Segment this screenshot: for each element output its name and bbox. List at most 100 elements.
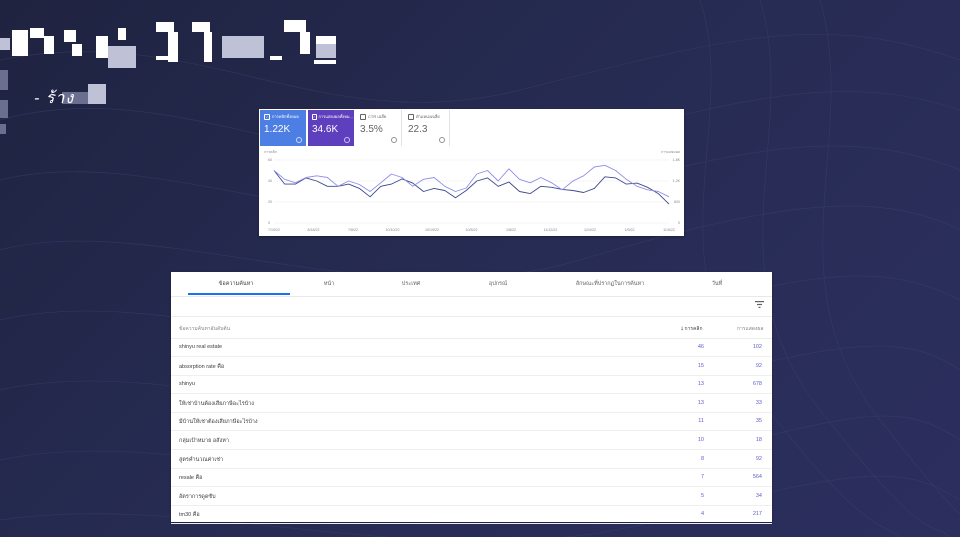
column-header-impressions[interactable]: การแสดงผล <box>737 325 763 333</box>
x-tick-label: 7/8/22 <box>348 228 358 232</box>
checkbox-checked-icon[interactable]: ✓ <box>264 113 270 120</box>
left-tick-label: 60 <box>268 158 272 162</box>
clicks-value: 7 <box>700 474 704 481</box>
column-header-clicks[interactable]: 🠗 การคลิก <box>681 325 703 334</box>
query-text: absorption rate คือ <box>179 363 225 370</box>
tab-search-appearance[interactable]: ลักษณะที่ปรากฏในการค้นหา <box>576 280 645 288</box>
right-tick-label: 1.8K <box>673 158 681 162</box>
x-tick-label: 8/18/22 <box>308 228 320 232</box>
column-header-query[interactable]: ข้อความค้นหาอันดับต้น <box>179 325 230 333</box>
query-text: กลุ่มเป้าหมาย อสังหา <box>179 438 229 444</box>
right-tick-label: 1.2K <box>673 179 681 183</box>
query-text: ให้เช่าบ้านต้องเสียภาษีอะไรบ้าง <box>179 400 254 407</box>
queries-card: ข้อความค้นหา หน้า ประเทศ อุปกรณ์ ลักษณะท… <box>171 272 772 525</box>
left-tick-label: 0 <box>268 221 270 225</box>
metric-average-position[interactable]: ตำแหน่งเฉลี่ย 22.3 <box>404 110 450 146</box>
tab-bar: ข้อความค้นหา หน้า ประเทศ อุปกรณ์ ลักษณะท… <box>171 272 772 297</box>
x-tick-label: 10/10/22 <box>386 228 400 232</box>
left-tick-label: 20 <box>268 200 272 204</box>
help-icon[interactable] <box>391 137 397 143</box>
left-tick-label: 40 <box>268 179 272 183</box>
x-tick-label: 10/5/22 <box>466 228 478 232</box>
impressions-value: 102 <box>752 344 762 350</box>
query-text: สูตรคำนวณค่าเช่า <box>179 456 224 463</box>
right-tick-label: 600 <box>674 200 680 204</box>
query-text: อัตราการดูดซับ <box>179 493 216 500</box>
x-tick-label: 11/5/22 <box>663 228 675 232</box>
performance-line-chart: การคลิก การแสดงผล 0 0 20 600 40 1.2K 60 1.8K 7/19/… <box>264 150 681 232</box>
metric-label: ตำแหน่งเฉลี่ย <box>416 114 440 119</box>
table-header: ข้อความค้นหาอันดับต้น 🠗 การคลิก การแสดงผ… <box>171 316 772 339</box>
table-row[interactable]: shinyu 13 678 <box>171 375 772 395</box>
clicks-value: 13 <box>697 399 704 406</box>
metric-label: CTR เฉลี่ย <box>368 114 387 119</box>
metric-average-ctr[interactable]: CTR เฉลี่ย 3.5% <box>356 110 402 146</box>
tab-devices[interactable]: อุปกรณ์ <box>489 280 507 288</box>
left-axis-label: การคลิก <box>264 150 277 154</box>
impressions-value: 92 <box>755 455 762 462</box>
clicks-value: 5 <box>700 492 704 499</box>
clicks-value: 11 <box>698 418 704 425</box>
clicks-value: 46 <box>697 344 704 350</box>
x-tick-label: 1/8/22 <box>506 228 516 232</box>
metric-value: 3.5% <box>360 124 383 135</box>
table-row[interactable]: สูตรคำนวณค่าเช่า 8 92 <box>171 450 772 469</box>
impressions-value: 217 <box>752 511 762 518</box>
impressions-value: 34 <box>755 492 762 499</box>
query-text: resale คือ <box>179 475 203 482</box>
clicks-value: 15 <box>697 362 704 369</box>
active-tab-indicator <box>188 293 290 295</box>
tab-countries[interactable]: ประเทศ <box>402 280 420 288</box>
query-text: มีบ้านให้เช่าต้องเสียภาษีอะไรบ้าง <box>179 419 258 426</box>
table-row[interactable]: กลุ่มเป้าหมาย อสังหา 10 18 <box>171 431 772 450</box>
metric-value: 1.22K <box>264 124 291 135</box>
help-icon[interactable] <box>344 137 350 143</box>
metric-total-clicks[interactable]: ✓ การคลิกทั้งหมด 1.22K <box>260 110 306 146</box>
clicks-value: 4 <box>700 511 704 518</box>
query-text: shinyu <box>179 381 195 388</box>
x-tick-label: 12/4/22 <box>584 228 596 232</box>
right-tick-label: 0 <box>678 221 680 225</box>
impressions-value: 35 <box>755 418 762 425</box>
impressions-value: 92 <box>755 362 762 369</box>
x-tick-label: 11/12/22 <box>544 228 558 232</box>
table-row[interactable]: shinyu real estate 46 102 <box>171 338 772 357</box>
metric-value: 34.6K <box>312 124 339 135</box>
filter-icon[interactable] <box>755 301 764 308</box>
tab-dates[interactable]: วันที่ <box>712 280 722 288</box>
column-header-clicks-label: การคลิก <box>684 326 703 332</box>
checkbox-unchecked-icon[interactable] <box>360 113 366 120</box>
metric-total-impressions[interactable]: ✓ การแสดงผลทั้งหม... 34.6K <box>308 110 354 146</box>
impressions-value: 18 <box>755 437 762 443</box>
checkbox-checked-icon[interactable]: ✓ <box>312 113 317 120</box>
query-text: shinyu real estate <box>179 344 223 350</box>
tab-queries[interactable]: ข้อความค้นหา <box>219 280 254 288</box>
impressions-value: 678 <box>752 381 762 388</box>
table-row[interactable]: tm30 คือ 4 217 <box>171 505 772 525</box>
clicks-series-line <box>273 170 670 205</box>
hero-subtitle: - ร้าง <box>34 90 75 107</box>
table-row[interactable]: resale คือ 7 564 <box>171 468 772 488</box>
metric-value: 22.3 <box>408 124 428 135</box>
x-tick-label: 1/9/22 <box>625 228 635 232</box>
table-row[interactable]: absorption rate คือ 15 92 <box>171 357 772 376</box>
help-icon[interactable] <box>296 137 302 143</box>
metric-label: การคลิกทั้งหมด <box>272 114 299 119</box>
tab-pages[interactable]: หน้า <box>324 280 334 288</box>
table-row[interactable]: มีบ้านให้เช่าต้องเสียภาษีอะไรบ้าง 11 35 <box>171 412 772 432</box>
right-axis-label: การแสดงผล <box>661 150 680 154</box>
x-tick-label: 10/19/22 <box>425 228 439 232</box>
x-tick-label: 7/19/22 <box>268 228 280 232</box>
impressions-value: 564 <box>752 474 762 481</box>
metric-label: การแสดงผลทั้งหม... <box>318 114 353 119</box>
impressions-value: 33 <box>755 399 762 406</box>
performance-card: ✓ การคลิกทั้งหมด 1.22K ✓ การแสดงผลทั้งหม..… <box>259 109 684 236</box>
checkbox-unchecked-icon[interactable] <box>408 113 414 120</box>
clicks-value: 10 <box>697 437 704 443</box>
clicks-value: 13 <box>697 381 704 388</box>
clicks-value: 8 <box>700 455 704 462</box>
table-row[interactable]: อัตราการดูดซับ 5 34 <box>171 487 772 506</box>
help-icon[interactable] <box>439 137 445 143</box>
table-row[interactable]: ให้เช่าบ้านต้องเสียภาษีอะไรบ้าง 13 33 <box>171 394 772 413</box>
sort-down-arrow-icon: 🠗 <box>681 326 684 332</box>
